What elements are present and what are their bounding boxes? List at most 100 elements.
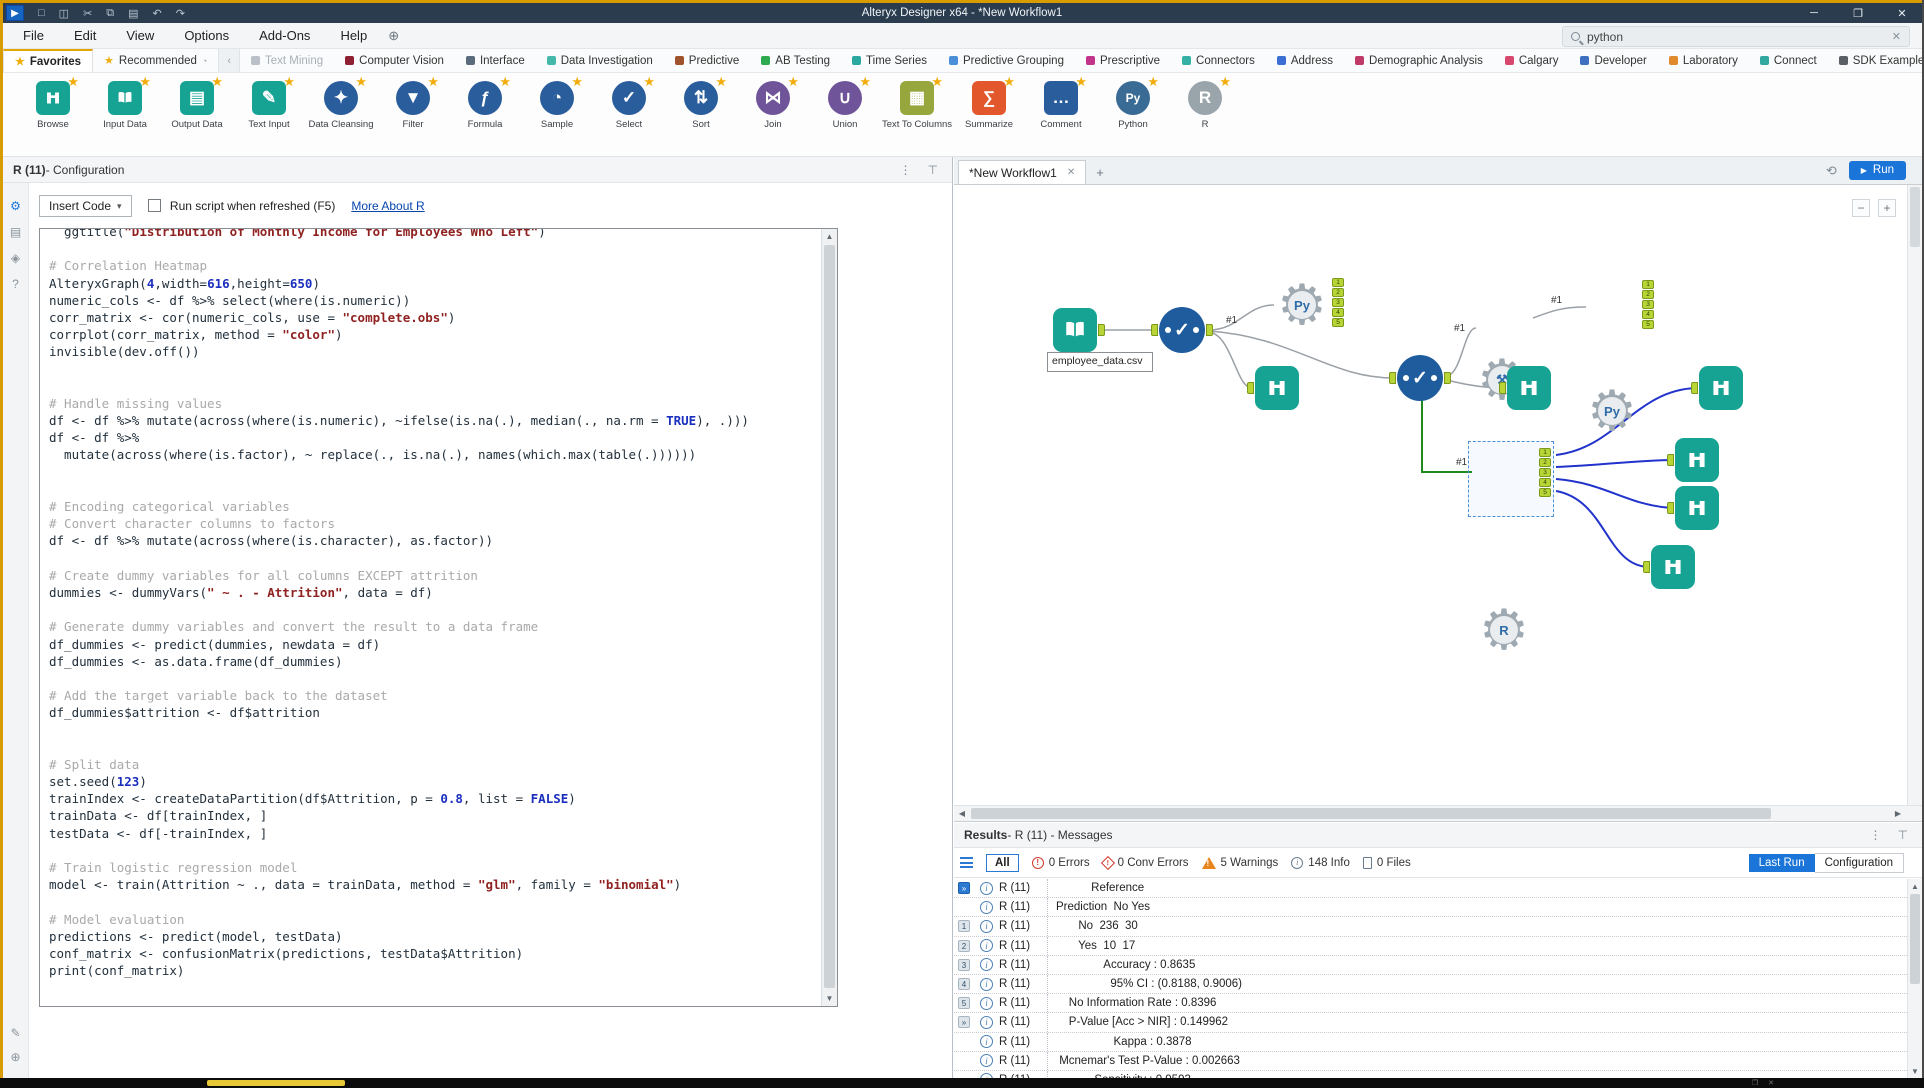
group-badge[interactable]: 3 bbox=[958, 959, 970, 971]
result-row[interactable]: iR (11)Prediction No Yes bbox=[954, 898, 1907, 917]
macro2-output-anchors[interactable]: 12345 bbox=[1642, 280, 1654, 329]
save-icon[interactable]: ◫ bbox=[59, 7, 69, 20]
search-clear-icon[interactable]: ✕ bbox=[1892, 30, 1901, 43]
palette-tool-comment[interactable]: …★Comment bbox=[1025, 81, 1097, 156]
result-row[interactable]: 3iR (11) Accuracy : 0.8635 bbox=[954, 956, 1907, 975]
input-anchor[interactable] bbox=[1499, 382, 1506, 394]
code-editor-scrollbar[interactable]: ▲ ▼ bbox=[821, 229, 837, 1006]
numbered-output-anchor[interactable]: 4 bbox=[1642, 310, 1654, 319]
result-row[interactable]: »iR (11) P-Value [Acc > NIR] : 0.149962 bbox=[954, 1013, 1907, 1032]
target-icon[interactable]: ⊕ bbox=[10, 1050, 20, 1064]
group-badge[interactable]: 4 bbox=[958, 978, 970, 990]
cut-icon[interactable]: ✂ bbox=[83, 7, 92, 20]
paste-icon[interactable]: ▤ bbox=[128, 7, 138, 20]
palette-tool-sort[interactable]: ⇅★Sort bbox=[665, 81, 737, 156]
menu-file[interactable]: File bbox=[3, 28, 59, 43]
results-scrollbar[interactable]: ▲ ▼ bbox=[1907, 879, 1922, 1078]
config-gear-icon[interactable]: ⚙ bbox=[10, 199, 21, 213]
filter-all-button[interactable]: All bbox=[986, 854, 1019, 872]
palette-tool-output-data[interactable]: ▤★Output Data bbox=[161, 81, 233, 156]
ribbon-tab-calgary[interactable]: Calgary bbox=[1494, 49, 1570, 72]
palette-tool-sample[interactable]: ◔★Sample bbox=[521, 81, 593, 156]
scroll-right-icon[interactable]: ▶ bbox=[1890, 806, 1906, 821]
filter-conv-errors-button[interactable]: !0 Conv Errors bbox=[1103, 857, 1189, 869]
close-button[interactable]: ✕ bbox=[1880, 7, 1924, 20]
group-badge[interactable]: 2 bbox=[958, 940, 970, 952]
browse-tool-6[interactable] bbox=[1651, 545, 1695, 589]
palette-tool-union[interactable]: ∪★Union bbox=[809, 81, 881, 156]
ribbon-tab-time-series[interactable]: Time Series bbox=[841, 49, 938, 72]
ribbon-tab-prescriptive[interactable]: Prescriptive bbox=[1075, 49, 1171, 72]
message-list-icon[interactable] bbox=[960, 857, 973, 868]
numbered-output-anchor[interactable]: 4 bbox=[1332, 308, 1344, 317]
menu-options[interactable]: Options bbox=[169, 28, 244, 43]
numbered-output-anchor[interactable]: 3 bbox=[1642, 300, 1654, 309]
tool-search-input[interactable]: python ✕ bbox=[1562, 26, 1910, 47]
ribbon-tab-favorites[interactable]: ★Favorites bbox=[3, 49, 93, 72]
palette-tool-filter[interactable]: ▼★Filter bbox=[377, 81, 449, 156]
numbered-output-anchor[interactable]: 3 bbox=[1332, 298, 1344, 307]
result-row[interactable]: 2iR (11) Yes 10 17 bbox=[954, 937, 1907, 956]
r-tool[interactable]: ⚙ R bbox=[1478, 604, 1530, 656]
zoom-out-button[interactable]: − bbox=[1852, 199, 1870, 217]
zoom-in-button[interactable]: + bbox=[1878, 199, 1896, 217]
numbered-output-anchor[interactable]: 1 bbox=[1332, 278, 1344, 287]
menu-edit[interactable]: Edit bbox=[59, 28, 111, 43]
input-anchor[interactable] bbox=[1667, 502, 1674, 514]
ribbon-tab-ab-testing[interactable]: AB Testing bbox=[750, 49, 841, 72]
browse-tool-1[interactable] bbox=[1255, 366, 1299, 410]
config-tag-icon[interactable]: ◈ bbox=[11, 251, 20, 265]
numbered-output-anchor[interactable]: 1 bbox=[1642, 280, 1654, 289]
menu-help[interactable]: Help bbox=[325, 28, 382, 43]
result-row[interactable]: »iR (11) Reference bbox=[954, 879, 1907, 898]
workflow-tab[interactable]: *New Workflow1 ✕ bbox=[958, 160, 1086, 184]
run-script-checkbox-row[interactable]: Run script when refreshed (F5) bbox=[148, 199, 336, 213]
ribbon-tab-laboratory[interactable]: Laboratory bbox=[1658, 49, 1749, 72]
panel-pin-icon[interactable]: ⊤ bbox=[1898, 828, 1908, 842]
ribbon-tab-interface[interactable]: Interface bbox=[455, 49, 536, 72]
input-anchor[interactable] bbox=[1643, 561, 1650, 573]
result-row[interactable]: 1iR (11) No 236 30 bbox=[954, 917, 1907, 936]
browse-tool-4[interactable] bbox=[1675, 438, 1719, 482]
macro-tool-2[interactable]: ⚙ Py bbox=[1586, 385, 1638, 437]
panel-menu-icon[interactable]: ⋮ bbox=[900, 163, 912, 177]
tab-scroll-left-icon[interactable]: ‹ bbox=[218, 49, 240, 72]
scroll-down-icon[interactable]: ▼ bbox=[1908, 1064, 1922, 1078]
tool-annotation[interactable]: employee_data.csv bbox=[1047, 352, 1153, 372]
ribbon-tab-connect[interactable]: Connect bbox=[1749, 49, 1828, 72]
ribbon-tab-developer[interactable]: Developer bbox=[1569, 49, 1657, 72]
workflow-tab-close-icon[interactable]: ✕ bbox=[1067, 167, 1075, 178]
numbered-output-anchor[interactable]: 2 bbox=[1332, 288, 1344, 297]
canvas-horizontal-scrollbar[interactable]: ◀ ▶ bbox=[954, 805, 1922, 822]
last-run-button[interactable]: Last Run bbox=[1749, 854, 1815, 872]
scroll-up-icon[interactable]: ▲ bbox=[822, 229, 837, 244]
group-badge[interactable]: 5 bbox=[958, 997, 970, 1009]
menu-view[interactable]: View bbox=[111, 28, 169, 43]
input-anchor[interactable] bbox=[1691, 382, 1698, 394]
input-data-tool[interactable] bbox=[1053, 308, 1097, 352]
palette-tool-browse[interactable]: ★Browse bbox=[17, 81, 89, 156]
scrollbar-thumb[interactable] bbox=[1910, 187, 1920, 247]
scroll-down-icon[interactable]: ▼ bbox=[822, 991, 837, 1006]
insert-code-button[interactable]: Insert Code ▾ bbox=[39, 195, 132, 217]
filter-info-button[interactable]: i148 Info bbox=[1291, 857, 1350, 869]
palette-tool-join[interactable]: ⋈★Join bbox=[737, 81, 809, 156]
ribbon-tab-connectors[interactable]: Connectors bbox=[1171, 49, 1266, 72]
ribbon-tab-data-investigation[interactable]: Data Investigation bbox=[536, 49, 664, 72]
browse-tool-3[interactable] bbox=[1699, 366, 1743, 410]
filter-warnings-button[interactable]: 5 Warnings bbox=[1202, 857, 1279, 869]
group-badge[interactable]: » bbox=[958, 882, 970, 894]
menu-addons[interactable]: Add-Ons bbox=[244, 28, 325, 43]
copy-icon[interactable]: ⧉ bbox=[106, 7, 114, 20]
numbered-output-anchor[interactable]: 3 bbox=[1539, 468, 1551, 477]
input-anchor[interactable] bbox=[1389, 372, 1396, 384]
canvas-vertical-scrollbar[interactable] bbox=[1907, 185, 1922, 805]
palette-tool-data-cleansing[interactable]: ✦★Data Cleansing bbox=[305, 81, 377, 156]
r-code-editor[interactable]: ggtitle("Distribution of Monthly Income … bbox=[39, 228, 838, 1007]
redo-icon[interactable]: ↷ bbox=[176, 7, 185, 20]
numbered-output-anchor[interactable]: 5 bbox=[1642, 320, 1654, 329]
output-anchor[interactable] bbox=[1206, 324, 1213, 336]
taskbar-highlight[interactable] bbox=[207, 1080, 345, 1086]
more-about-r-link[interactable]: More About R bbox=[351, 199, 424, 213]
history-icon[interactable]: ⟲ bbox=[1826, 163, 1837, 179]
